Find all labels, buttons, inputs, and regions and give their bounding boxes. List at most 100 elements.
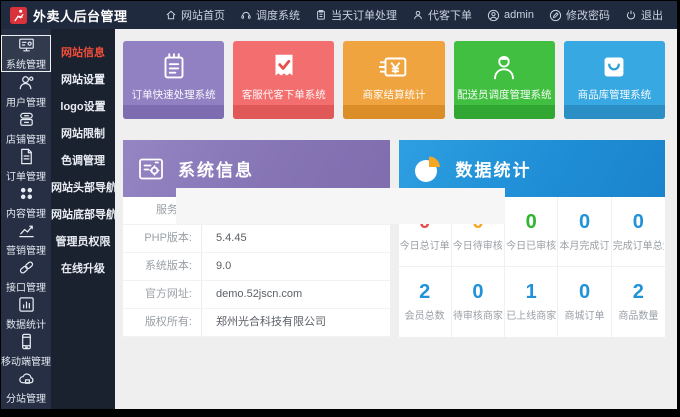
nav-site-home[interactable]: 网站首页 [165, 7, 225, 23]
stats-bar-icon [17, 295, 36, 314]
stat-cell-total-completed-orders: 0 完成订单总量 [612, 197, 665, 267]
sidebar-item-data-statistics[interactable]: 数据统计 [1, 294, 51, 331]
tile-label: 商家结算统计 [363, 87, 426, 102]
nav-dispatch-system[interactable]: 调度系统 [240, 7, 300, 23]
monitor-icon [17, 36, 36, 54]
submenu-item-site-restrictions[interactable]: 网站限制 [51, 121, 115, 148]
logo-icon [10, 7, 27, 24]
api-link-icon [17, 258, 36, 277]
stat-value: 0 [579, 212, 590, 232]
tile-base-strip [564, 105, 665, 119]
nav-admin-account[interactable]: admin [487, 9, 534, 22]
info-row-system-version: 系统版本: 9.0 [123, 253, 390, 281]
tile-merchant-settlement-stats[interactable]: 商家结算统计 [343, 41, 444, 119]
shopping-bag-icon [597, 50, 631, 84]
mobile-icon [17, 332, 36, 351]
stat-value: 2 [633, 282, 644, 302]
stat-value: 2 [419, 282, 430, 302]
stat-cell-online-merchants: 1 已上线商家 [505, 267, 558, 337]
sidebar-item-substation-management[interactable]: 分站管理 [1, 368, 51, 405]
submenu-item-site-info[interactable]: 网站信息 [51, 40, 115, 67]
stat-label: 今日已审核订单 [506, 237, 556, 252]
row-value: demo.52jscn.com [202, 281, 302, 308]
marketing-chart-icon [17, 221, 36, 240]
nav-today-orders[interactable]: 当天订单处理 [315, 7, 397, 23]
sidebar-item-system-management[interactable]: 系统管理 [1, 35, 51, 72]
stat-label: 本月完成订单 [559, 237, 609, 252]
system-window-gear-icon [136, 154, 166, 184]
content-grid-icon [17, 184, 36, 203]
app-title: 外卖人后台管理 [33, 6, 128, 25]
sidebar-item-mobile-management[interactable]: 移动端管理 [1, 331, 51, 368]
submenu-item-admin-permissions[interactable]: 管理员权限 [51, 229, 115, 256]
cloud-icon [17, 369, 36, 388]
sidebar-item-user-management[interactable]: 用户管理 [1, 72, 51, 109]
tile-base-strip [123, 105, 224, 119]
tile-label: 客服代客下单系统 [242, 87, 326, 102]
home-icon [165, 9, 177, 21]
sidebar-item-api-management[interactable]: 接口管理 [1, 257, 51, 294]
dispatch-icon [240, 9, 252, 21]
tile-courier-dispatch-management[interactable]: 配送员调度管理系统 [454, 41, 555, 119]
users-icon [17, 73, 36, 92]
top-navigation: 网站首页 调度系统 当天订单处理 代客下单 admin 修改密码 [165, 7, 663, 23]
receipt-check-icon [267, 50, 301, 84]
tile-order-quick-processing[interactable]: 订单快速处理系统 [123, 41, 224, 119]
info-row-copyright: 版权所有: 郑州光合科技有限公司 [123, 309, 390, 337]
stat-label: 会员总数 [405, 307, 445, 322]
nav-logout[interactable]: 退出 [625, 7, 663, 23]
sidebar-item-content-management[interactable]: 内容管理 [1, 183, 51, 220]
stat-label: 今日待审核订单 [453, 237, 503, 252]
stat-cell-pending-merchants: 0 待审核商家 [452, 267, 505, 337]
row-value: 5.4.45 [202, 225, 247, 252]
stat-cell-total-products: 2 商品数量 [612, 267, 665, 337]
stat-cell-today-reviewed-orders: 0 今日已审核订单 [505, 197, 558, 267]
submenu-item-color-scheme[interactable]: 色调管理 [51, 148, 115, 175]
row-label: 官方网址: [123, 281, 202, 308]
info-row-php-version: PHP版本: 5.4.45 [123, 225, 390, 253]
nav-change-password[interactable]: 修改密码 [549, 7, 610, 23]
proxy-order-icon [412, 9, 424, 21]
secondary-sidebar: 网站信息 网站设置 logo设置 网站限制 色调管理 网站头部导航 网站底部导航… [51, 29, 115, 409]
user-icon [487, 9, 500, 22]
tile-base-strip [343, 105, 444, 119]
primary-sidebar: 系统管理 用户管理 店铺管理 订单管理 内容管理 营销管理 [1, 29, 51, 409]
stat-cell-mall-orders: 0 商城订单 [558, 267, 611, 337]
app-logo: 外卖人后台管理 [10, 6, 128, 25]
dashboard-panels: 系统信息 服务器: PHP版本: 5.4.45 系统版本: [123, 140, 665, 337]
submenu-item-logo-settings[interactable]: logo设置 [51, 94, 115, 121]
stat-value: 0 [526, 212, 537, 232]
submenu-item-footer-nav[interactable]: 网站底部导航 [51, 202, 115, 229]
submenu-item-online-upgrade[interactable]: 在线升级 [51, 256, 115, 283]
row-value: 9.0 [202, 253, 231, 280]
stat-value: 0 [633, 212, 644, 232]
panel-title: 系统信息 [178, 156, 254, 181]
nav-proxy-order[interactable]: 代客下单 [412, 7, 472, 23]
tile-base-strip [454, 105, 555, 119]
order-doc-icon [17, 147, 36, 166]
row-label: 版权所有: [123, 309, 202, 336]
tile-label: 配送员调度管理系统 [457, 87, 552, 102]
password-icon [549, 9, 562, 22]
notepad-icon [157, 50, 191, 84]
system-info-panel: 系统信息 服务器: PHP版本: 5.4.45 系统版本: [123, 140, 390, 337]
stat-label: 待审核商家 [453, 307, 503, 322]
tile-customer-proxy-order[interactable]: 客服代客下单系统 [233, 41, 334, 119]
sidebar-item-marketing-management[interactable]: 营销管理 [1, 220, 51, 257]
row-value: 郑州光合科技有限公司 [202, 309, 326, 336]
row-label: 系统版本: [123, 253, 202, 280]
sidebar-item-shop-management[interactable]: 店铺管理 [1, 109, 51, 146]
stat-label: 今日总订单 [400, 237, 450, 252]
stat-label: 已上线商家 [506, 307, 556, 322]
stat-label: 完成订单总量 [613, 237, 664, 252]
tile-product-library-management[interactable]: 商品库管理系统 [564, 41, 665, 119]
panel-title: 数据统计 [456, 156, 532, 181]
submenu-item-header-nav[interactable]: 网站头部导航 [51, 175, 115, 202]
stat-cell-month-completed-orders: 0 本月完成订单 [558, 197, 611, 267]
today-orders-icon [315, 9, 327, 21]
submenu-item-site-settings[interactable]: 网站设置 [51, 67, 115, 94]
stat-value: 0 [579, 282, 590, 302]
stat-value: 1 [526, 282, 537, 302]
redaction-box [176, 188, 505, 224]
sidebar-item-order-management[interactable]: 订单管理 [1, 146, 51, 183]
